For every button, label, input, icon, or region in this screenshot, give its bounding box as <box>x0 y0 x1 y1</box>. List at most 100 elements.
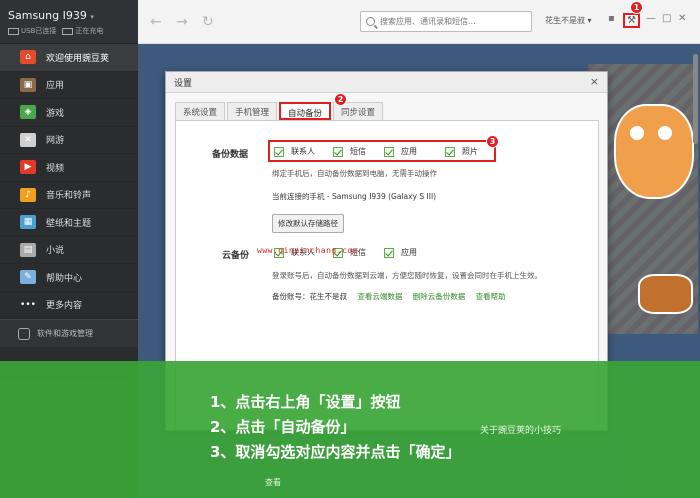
sidebar-item-1[interactable]: ▣ 应用 <box>0 72 138 99</box>
message-icon[interactable]: ▪ <box>608 13 615 24</box>
search-icon <box>366 17 375 26</box>
book-icon: ▤ <box>20 242 36 257</box>
mascot-illustration <box>614 104 694 199</box>
sidebar-item-8[interactable]: ✎ 帮助中心 <box>0 264 138 292</box>
maximize-button[interactable]: □ <box>662 13 671 24</box>
backup-contacts-checkbox[interactable]: 联系人 <box>274 146 315 157</box>
instruction-banner: 1、点击右上角「设置」按钮 2、点击「自动备份」 3、取消勾选对应内容并点击「确… <box>0 361 700 498</box>
back-arrow-icon[interactable]: ← <box>150 14 162 30</box>
sidebar-item-label: 游戏 <box>46 108 65 119</box>
mascot-illustration-2 <box>638 274 693 314</box>
briefcase-icon: ▣ <box>20 77 36 92</box>
checkbox-icon <box>274 146 284 157</box>
gamepad-icon: ◈ <box>20 105 36 120</box>
checkbox-icon <box>384 247 394 258</box>
checkbox-icon <box>445 146 455 157</box>
sidebar-item-label: 帮助中心 <box>46 273 83 284</box>
forward-arrow-icon[interactable]: → <box>176 14 188 30</box>
step-2: 2、点击「自动备份」 <box>210 418 356 436</box>
sidebar-nav: ⌂ 欢迎使用豌豆荚 ▣ 应用 ◈ 游戏 ✕ 网游 ▶ 视频 ♪ 音乐和铃声 ▦ 壁纸和主题 ▤ 小说 ✎ 帮助中心… <box>0 44 138 319</box>
chevron-down-icon[interactable]: ▾ <box>90 13 94 21</box>
checkbox-label: 应用 <box>401 147 417 156</box>
tip-text: 关于豌豆荚的小技巧 <box>480 426 562 436</box>
scrollbar[interactable] <box>693 54 698 144</box>
minimize-button[interactable]: — <box>646 13 656 24</box>
checkbox-label: 短信 <box>350 147 366 156</box>
open-link[interactable]: 查看 <box>265 477 281 488</box>
usb-status: USB已连接 <box>8 26 56 36</box>
backup-checkboxes: 联系人 短信 应用 照片 <box>274 146 496 157</box>
step-3: 3、取消勾选对应内容并点击「确定」 <box>210 443 461 461</box>
dialog-title: 设置 <box>166 72 607 93</box>
sidebar-item-7[interactable]: ▤ 小说 <box>0 237 138 264</box>
sidebar-item-label: 更多内容 <box>46 301 83 312</box>
picture-icon: ▦ <box>20 215 36 230</box>
backup-account: 备份账号：花生不是叔 <box>272 292 347 301</box>
user-name: 花生不是叔 <box>545 16 585 25</box>
close-button[interactable]: ✕ <box>678 13 686 24</box>
view-help-link[interactable]: 查看帮助 <box>476 292 506 301</box>
search-input[interactable] <box>380 17 520 26</box>
music-icon: ♪ <box>20 187 36 202</box>
sidebar-item-9[interactable]: ••• 更多内容 <box>0 292 138 319</box>
sidebar-item-label: 音乐和铃声 <box>46 191 92 202</box>
charging-status: 正在充电 <box>62 26 103 36</box>
device-status: USB已连接 正在充电 <box>8 26 138 36</box>
sidebar-item-label: 应用 <box>46 81 65 92</box>
checkbox-icon <box>384 146 394 157</box>
swords-icon: ✕ <box>20 132 36 147</box>
view-cloud-data-link[interactable]: 查看云端数据 <box>357 292 402 301</box>
backup-sms-checkbox[interactable]: 短信 <box>333 146 366 157</box>
checkbox-label: 联系人 <box>291 147 315 156</box>
device-name: Samsung I939 <box>8 9 87 22</box>
backup-description: 绑定手机后，自动备份数据到电脑，无需手动操作 <box>272 169 437 178</box>
step-badge-3: 3 <box>486 135 499 148</box>
backup-photos-checkbox[interactable]: 照片 <box>445 146 478 157</box>
delete-cloud-data-link[interactable]: 删除云备份数据 <box>413 292 466 301</box>
sidebar-item-label: 欢迎使用豌豆荚 <box>46 53 110 64</box>
sidebar-item-3[interactable]: ✕ 网游 <box>0 127 138 154</box>
more-icon: ••• <box>20 299 36 310</box>
sidebar-item-label: 视频 <box>46 163 65 174</box>
sidebar-item-label: 软件和游戏管理 <box>37 329 93 338</box>
checkbox-label: 应用 <box>401 248 417 257</box>
sidebar-item-6[interactable]: ▦ 壁纸和主题 <box>0 209 138 237</box>
wrench-icon[interactable]: ⚒ <box>623 13 640 28</box>
home-icon: ⌂ <box>20 50 36 65</box>
step-badge-2: 2 <box>334 93 347 106</box>
play-icon: ▶ <box>20 160 36 175</box>
change-path-button[interactable]: 修改默认存储路径 <box>272 214 344 233</box>
search-box[interactable] <box>360 11 532 32</box>
step-badge-1: 1 <box>630 1 643 14</box>
checkbox-icon <box>333 146 343 157</box>
sidebar-item-software-manager[interactable]: 软件和游戏管理 <box>0 319 138 347</box>
cloud-backup-label: 云备份 <box>222 251 250 261</box>
tab-system-settings[interactable]: 系统设置 <box>175 102 226 120</box>
cloud-account-row: 备份账号：花生不是叔 查看云端数据 删除云备份数据 查看帮助 <box>272 291 506 302</box>
checkbox-label: 照片 <box>462 147 478 156</box>
step-1: 1、点击右上角「设置」按钮 <box>210 393 401 411</box>
device-header[interactable]: Samsung I939 ▾ USB已连接 正在充电 <box>0 0 138 44</box>
backup-data-label: 备份数据 <box>212 150 249 160</box>
help-icon: ✎ <box>20 270 36 285</box>
settings-tabs: 系统设置 手机管理 自动备份 同步设置 <box>175 102 385 120</box>
refresh-icon[interactable]: ↻ <box>202 14 214 30</box>
sidebar-item-label: 壁纸和主题 <box>46 218 92 229</box>
close-icon[interactable]: × <box>590 75 599 88</box>
instruction-steps: 1、点击右上角「设置」按钮 2、点击「自动备份」 3、取消勾选对应内容并点击「确… <box>210 390 460 465</box>
sidebar-item-4[interactable]: ▶ 视频 <box>0 154 138 182</box>
sidebar-item-2[interactable]: ◈ 游戏 <box>0 99 138 127</box>
user-menu[interactable]: 花生不是叔 ▾ <box>545 15 592 26</box>
box-icon <box>18 327 30 340</box>
current-phone: 当前连接的手机 - Samsung I939 (Galaxy S III) <box>272 192 437 201</box>
cloud-description: 登录账号后，自动备份数据到云端，方便您随时恢复，设置会同时在手机上生效。 <box>272 271 542 280</box>
tab-auto-backup[interactable]: 自动备份 <box>279 102 332 120</box>
sidebar-item-0[interactable]: ⌂ 欢迎使用豌豆荚 <box>0 44 138 72</box>
sidebar-item-label: 小说 <box>46 246 65 257</box>
sidebar-item-5[interactable]: ♪ 音乐和铃声 <box>0 182 138 209</box>
cloud-apps-checkbox[interactable]: 应用 <box>384 247 417 258</box>
sidebar-item-label: 网游 <box>46 136 65 147</box>
watermark-text: www.qinpinchang.com <box>257 246 359 255</box>
backup-apps-checkbox[interactable]: 应用 <box>384 146 417 157</box>
tab-phone-management[interactable]: 手机管理 <box>227 102 278 120</box>
